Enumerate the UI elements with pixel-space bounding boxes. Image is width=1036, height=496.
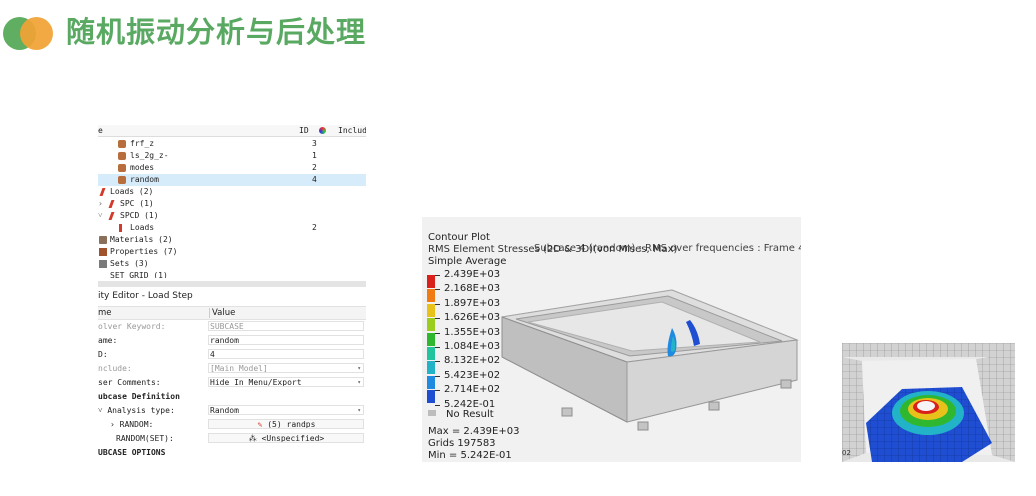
no-result-label: No Result [446,409,494,420]
legend-tick [435,375,440,377]
legend-tick [435,289,440,291]
editor-row-solver-keyword: olver Keyword: SUBCASE [98,320,366,333]
chevron-down-icon: ▾ [357,379,361,386]
legend-swatch [427,303,435,317]
loadcollector-icon [118,152,126,160]
material-icon [99,236,107,244]
tree-item-modes[interactable]: modes 2 [98,162,366,174]
tree-item-set-grid[interactable]: SET_GRID (1) [98,270,366,278]
set-icon: ⁂ [248,434,262,443]
tree-item-properties[interactable]: Properties (7) [98,246,366,258]
constraint-icon [108,212,115,220]
slide-title: 随机振动分析与后处理 [66,15,367,49]
set-icon [99,260,107,268]
chevron-right-icon[interactable]: › [110,420,120,429]
editor-row-id: D: 4 [98,348,366,361]
id-input[interactable]: 4 [208,349,364,359]
box-model-render[interactable] [492,262,801,462]
legend-tick [435,361,440,363]
solver-keyword-field: SUBCASE [208,321,364,331]
editor-row-random: › RANDOM: ✎ (5) randps [98,418,366,431]
editor-row-random-set: RANDOM(SET): ⁂ <Unspecified> [98,432,366,445]
plot-subcase-label: Subcase 4 (random) : RMS over frequencie… [534,243,801,254]
displacement-icon [119,224,122,232]
legend-swatch [427,289,435,303]
user-comments-select[interactable]: Hide In Menu/Export ▾ [208,377,364,387]
include-select[interactable]: [Main Model] ▾ [208,363,364,373]
editor-row-include: nclude: [Main Model] ▾ [98,362,366,375]
chevron-down-icon: ▾ [357,407,361,414]
entity-editor: ity Editor - Load Step me Value olver Ke… [98,287,366,462]
loadcollector-icon [118,140,126,148]
detail-contour-viewport[interactable]: 02 [842,343,1015,462]
legend-swatch [427,275,435,288]
legend-tick [435,332,440,334]
legend-tick [435,303,440,305]
editor-title: ity Editor - Load Step [98,291,193,301]
tree-item-spc[interactable]: › SPC (1) [98,198,366,210]
legend-swatch [427,390,435,404]
slide-header: 随机振动分析与后处理 [0,8,600,58]
property-icon [99,248,107,256]
editor-col-value: Value [209,308,235,318]
tree-item-frf-z[interactable]: frf_z 3 [98,138,366,150]
editor-row-user-comments: ser Comments: Hide In Menu/Export ▾ [98,376,366,389]
editor-row-analysis-type: ˅ Analysis type: Random ▾ [98,404,366,417]
tree-item-loads[interactable]: Loads (2) [98,186,366,198]
loadcollector-icon [118,176,126,184]
tree-item-ls-2g-z[interactable]: ls_2g_z- 1 [98,150,366,162]
tree-item-materials[interactable]: Materials (2) [98,234,366,246]
legend-swatch [427,361,435,375]
tree-header: e ID Includ [98,125,366,137]
chevron-down-icon[interactable]: ˅ [98,406,107,415]
orange-circle-icon [20,17,53,50]
legend-tick [435,404,440,406]
legend-tick [435,275,440,276]
editor-row-name: ame: random [98,334,366,347]
legend-swatch [427,332,435,346]
random-set-button[interactable]: ⁂ <Unspecified> [208,433,364,443]
tree-item-spcd-loads[interactable]: Loads 2 [98,222,366,234]
name-input[interactable]: random [208,335,364,345]
legend-swatch [427,347,435,360]
chevron-down-icon[interactable]: ˅ [98,210,103,222]
plot-grids-label: Grids 197583 [428,438,496,449]
chevron-right-icon[interactable]: › [98,198,103,210]
no-result-swatch [428,410,436,416]
tree-item-sets[interactable]: Sets (3) [98,258,366,270]
random-entity-button[interactable]: ✎ (5) randps [208,419,364,429]
model-browser-panel: e ID Includ frf_z 3 ls_2g_z- 1 modes 2 r… [98,125,366,462]
tree-item-spcd[interactable]: ˅ SPCD (1) [98,210,366,222]
legend-swatch [427,375,435,389]
editor-col-name: me [98,308,112,318]
tree-col-id[interactable]: ID [299,126,309,135]
load-icon [99,188,106,196]
tree-col-include[interactable]: Includ [338,126,366,135]
legend-tick [435,390,440,392]
editor-header: me Value [98,306,366,320]
legend-tick [435,318,440,320]
loadcollector-icon [118,164,126,172]
editor-section-subcase-options[interactable]: UBCASE OPTIONS [98,446,366,459]
legend-value: 5.242E-01 [444,398,496,410]
analysis-type-select[interactable]: Random ▾ [208,405,364,415]
chevron-down-icon: ▾ [357,365,361,372]
constraint-icon [108,200,115,208]
legend-swatch [427,318,435,332]
load-icon: ✎ [257,420,268,429]
plot-title: Contour Plot [428,232,490,243]
model-tree: e ID Includ frf_z 3 ls_2g_z- 1 modes 2 r… [98,125,366,281]
contour-plot-viewport[interactable]: Contour Plot RMS Element Stresses (2D & … [422,217,801,462]
color-wheel-icon[interactable] [319,127,326,134]
legend-tick [435,347,440,348]
mesh-detail-render [842,343,1015,462]
mini-legend-fragment: 02 [842,449,851,457]
tree-item-random[interactable]: random 4 [98,174,366,186]
editor-section-subcase-definition[interactable]: ubcase Definition [98,390,366,403]
tree-col-name[interactable]: e [98,126,103,135]
